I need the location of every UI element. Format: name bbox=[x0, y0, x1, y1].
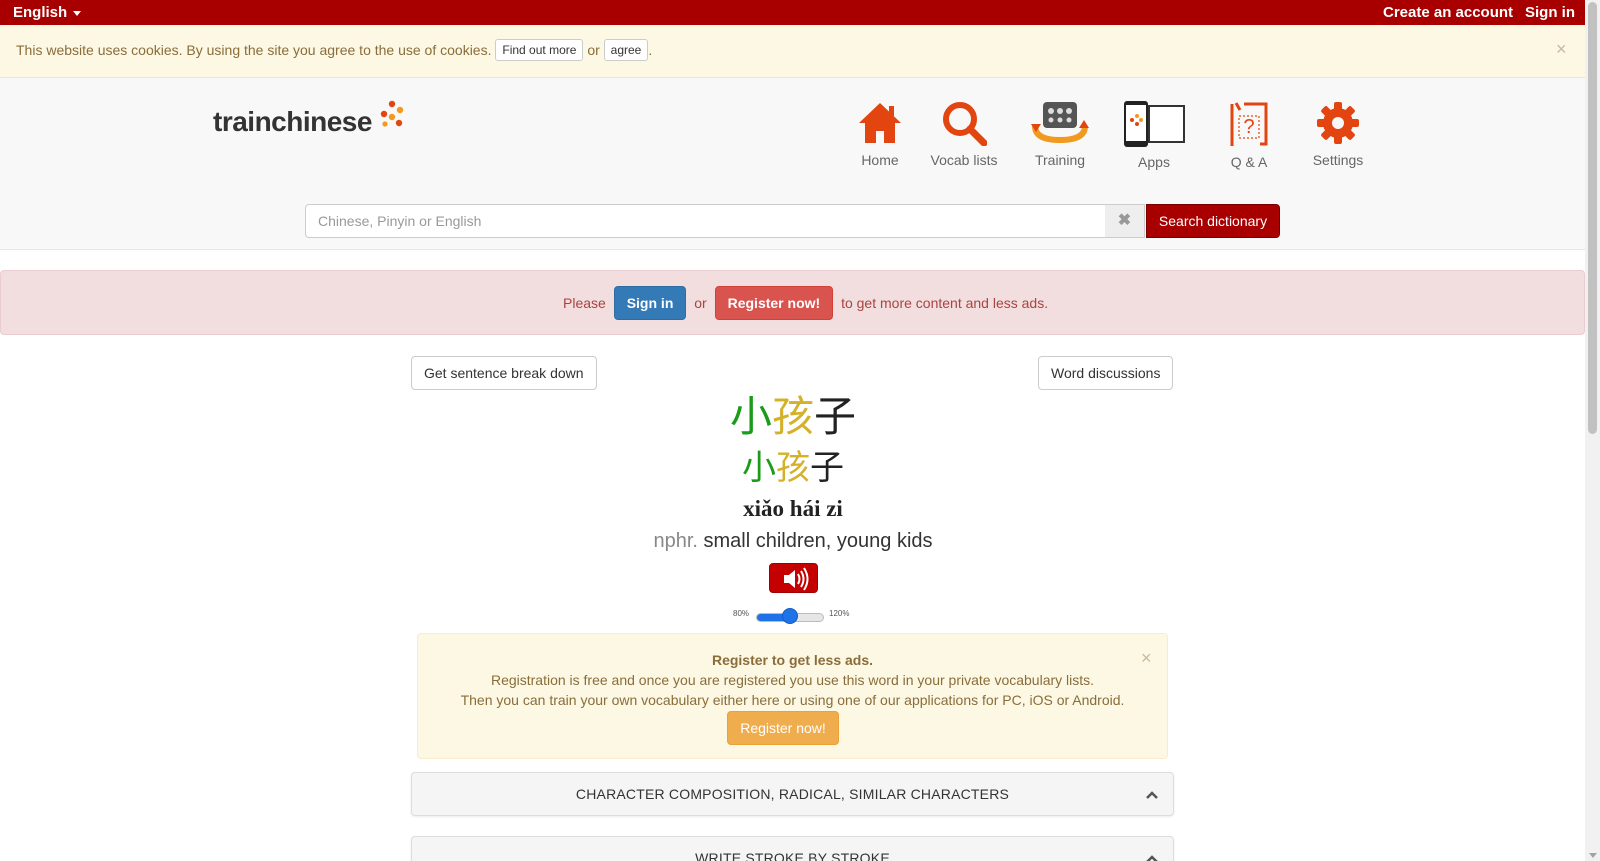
nav-settings-label: Settings bbox=[1312, 152, 1364, 168]
page-scrollbar[interactable] bbox=[1585, 0, 1600, 861]
play-audio-button[interactable] bbox=[769, 563, 818, 593]
nav-qa-label: Q & A bbox=[1230, 154, 1268, 170]
cookie-or: or bbox=[587, 42, 600, 59]
hanzi-char-2-alt: 孩 bbox=[776, 449, 810, 487]
logo-dots-icon bbox=[380, 100, 404, 127]
word-pinyin: xiǎo hái zi bbox=[743, 496, 843, 521]
register-line-1: Registration is free and once you are re… bbox=[490, 672, 1095, 688]
banner-suffix-text: to get more content and less ads. bbox=[841, 295, 1049, 311]
word-definition-row: nphr. small children, young kids bbox=[500, 530, 1086, 553]
speed-min-label: 80% bbox=[733, 609, 750, 618]
search-input[interactable] bbox=[305, 204, 1106, 238]
nav-settings[interactable]: Settings bbox=[1293, 100, 1383, 168]
hanzi-char-3-alt: 子 bbox=[810, 449, 844, 487]
nav-apps-label: Apps bbox=[1138, 154, 1170, 170]
panel-title: CHARACTER COMPOSITION, RADICAL, SIMILAR … bbox=[575, 786, 1010, 802]
create-account-link[interactable]: Create an account bbox=[1383, 4, 1513, 21]
part-of-speech: nphr. bbox=[653, 530, 698, 552]
cookie-message-row: This website uses cookies. By using the … bbox=[16, 39, 653, 61]
search-icon bbox=[943, 102, 987, 146]
close-icon[interactable]: × bbox=[1141, 648, 1152, 669]
banner-sign-in-button[interactable]: Sign in bbox=[613, 286, 687, 320]
language-label: English bbox=[13, 4, 68, 21]
home-icon bbox=[859, 103, 901, 143]
nav-vocab-label: Vocab lists bbox=[930, 152, 998, 168]
signin-banner: Please Sign in or Register now! to get m… bbox=[0, 270, 1585, 335]
nav-training-label: Training bbox=[1034, 152, 1086, 168]
cookie-message: This website uses cookies. By using the … bbox=[16, 42, 492, 59]
signin-banner-content: Please Sign in or Register now! to get m… bbox=[559, 286, 1052, 320]
scrollbar-thumb[interactable] bbox=[1588, 2, 1597, 434]
register-now-button[interactable]: Register now! bbox=[727, 711, 839, 745]
nav-home[interactable]: Home bbox=[835, 100, 925, 168]
clear-search-button[interactable]: ✖ bbox=[1105, 204, 1145, 238]
find-out-more-button[interactable]: Find out more bbox=[495, 39, 584, 61]
register-line-2: Then you can train your own vocabulary e… bbox=[460, 692, 1125, 708]
agree-button[interactable]: agree bbox=[603, 39, 649, 61]
register-title: Register to get less ads. bbox=[711, 652, 874, 668]
training-icon bbox=[1031, 102, 1089, 144]
cookie-notice: This website uses cookies. By using the … bbox=[0, 25, 1585, 78]
word-hanzi-large: 小孩子 bbox=[700, 392, 886, 442]
site-header: trainchinese Home Vocab lists Training A… bbox=[0, 78, 1585, 250]
logo[interactable]: trainchinese bbox=[213, 106, 372, 138]
gear-icon bbox=[1317, 102, 1359, 144]
hanzi-char-2: 孩 bbox=[771, 393, 814, 440]
language-dropdown[interactable]: English bbox=[13, 4, 82, 21]
speed-max-label: 120% bbox=[829, 609, 850, 618]
hanzi-char-1-alt: 小 bbox=[742, 449, 776, 487]
nav-vocab-lists[interactable]: Vocab lists bbox=[919, 100, 1009, 168]
banner-register-button[interactable]: Register now! bbox=[714, 286, 834, 320]
register-notice: Register to get less ads. Registration i… bbox=[417, 633, 1168, 759]
svg-text:?: ? bbox=[1243, 116, 1254, 138]
speed-slider-thumb[interactable] bbox=[782, 608, 798, 624]
panel-character-composition[interactable]: CHARACTER COMPOSITION, RADICAL, SIMILAR … bbox=[411, 772, 1174, 816]
word-discussions-button[interactable]: Word discussions bbox=[1038, 356, 1174, 390]
word-definition: small children, young kids bbox=[703, 530, 933, 552]
question-icon: ? bbox=[1230, 102, 1268, 146]
nav-home-label: Home bbox=[861, 152, 899, 168]
cookie-period: . bbox=[648, 42, 653, 59]
scroll-down-arrow-icon[interactable] bbox=[1589, 853, 1597, 858]
please-text: Please bbox=[563, 295, 606, 311]
sentence-breakdown-button[interactable]: Get sentence break down bbox=[411, 356, 597, 390]
top-bar: English Create an account Sign in bbox=[0, 0, 1585, 25]
hanzi-char-3: 子 bbox=[814, 393, 857, 440]
chevron-up-icon bbox=[1146, 855, 1158, 861]
devices-icon bbox=[1124, 101, 1185, 147]
close-icon[interactable]: × bbox=[1556, 39, 1567, 60]
sign-in-link[interactable]: Sign in bbox=[1525, 4, 1575, 21]
nav-apps[interactable]: Apps bbox=[1109, 100, 1199, 170]
search-dictionary-button[interactable]: Search dictionary bbox=[1146, 204, 1280, 238]
banner-or-text: or bbox=[694, 295, 707, 311]
caret-down-icon bbox=[73, 10, 82, 16]
hanzi-char-1: 小 bbox=[729, 393, 772, 440]
nav-training[interactable]: Training bbox=[1015, 100, 1105, 168]
word-hanzi-medium: 小孩子 bbox=[700, 448, 886, 488]
nav-qa[interactable]: ? Q & A bbox=[1204, 100, 1294, 170]
panel-write-stroke[interactable]: WRITE STROKE BY STROKE bbox=[411, 836, 1174, 861]
chevron-up-icon bbox=[1146, 791, 1158, 799]
panel-title: WRITE STROKE BY STROKE bbox=[695, 850, 890, 861]
speaker-icon bbox=[784, 567, 809, 591]
